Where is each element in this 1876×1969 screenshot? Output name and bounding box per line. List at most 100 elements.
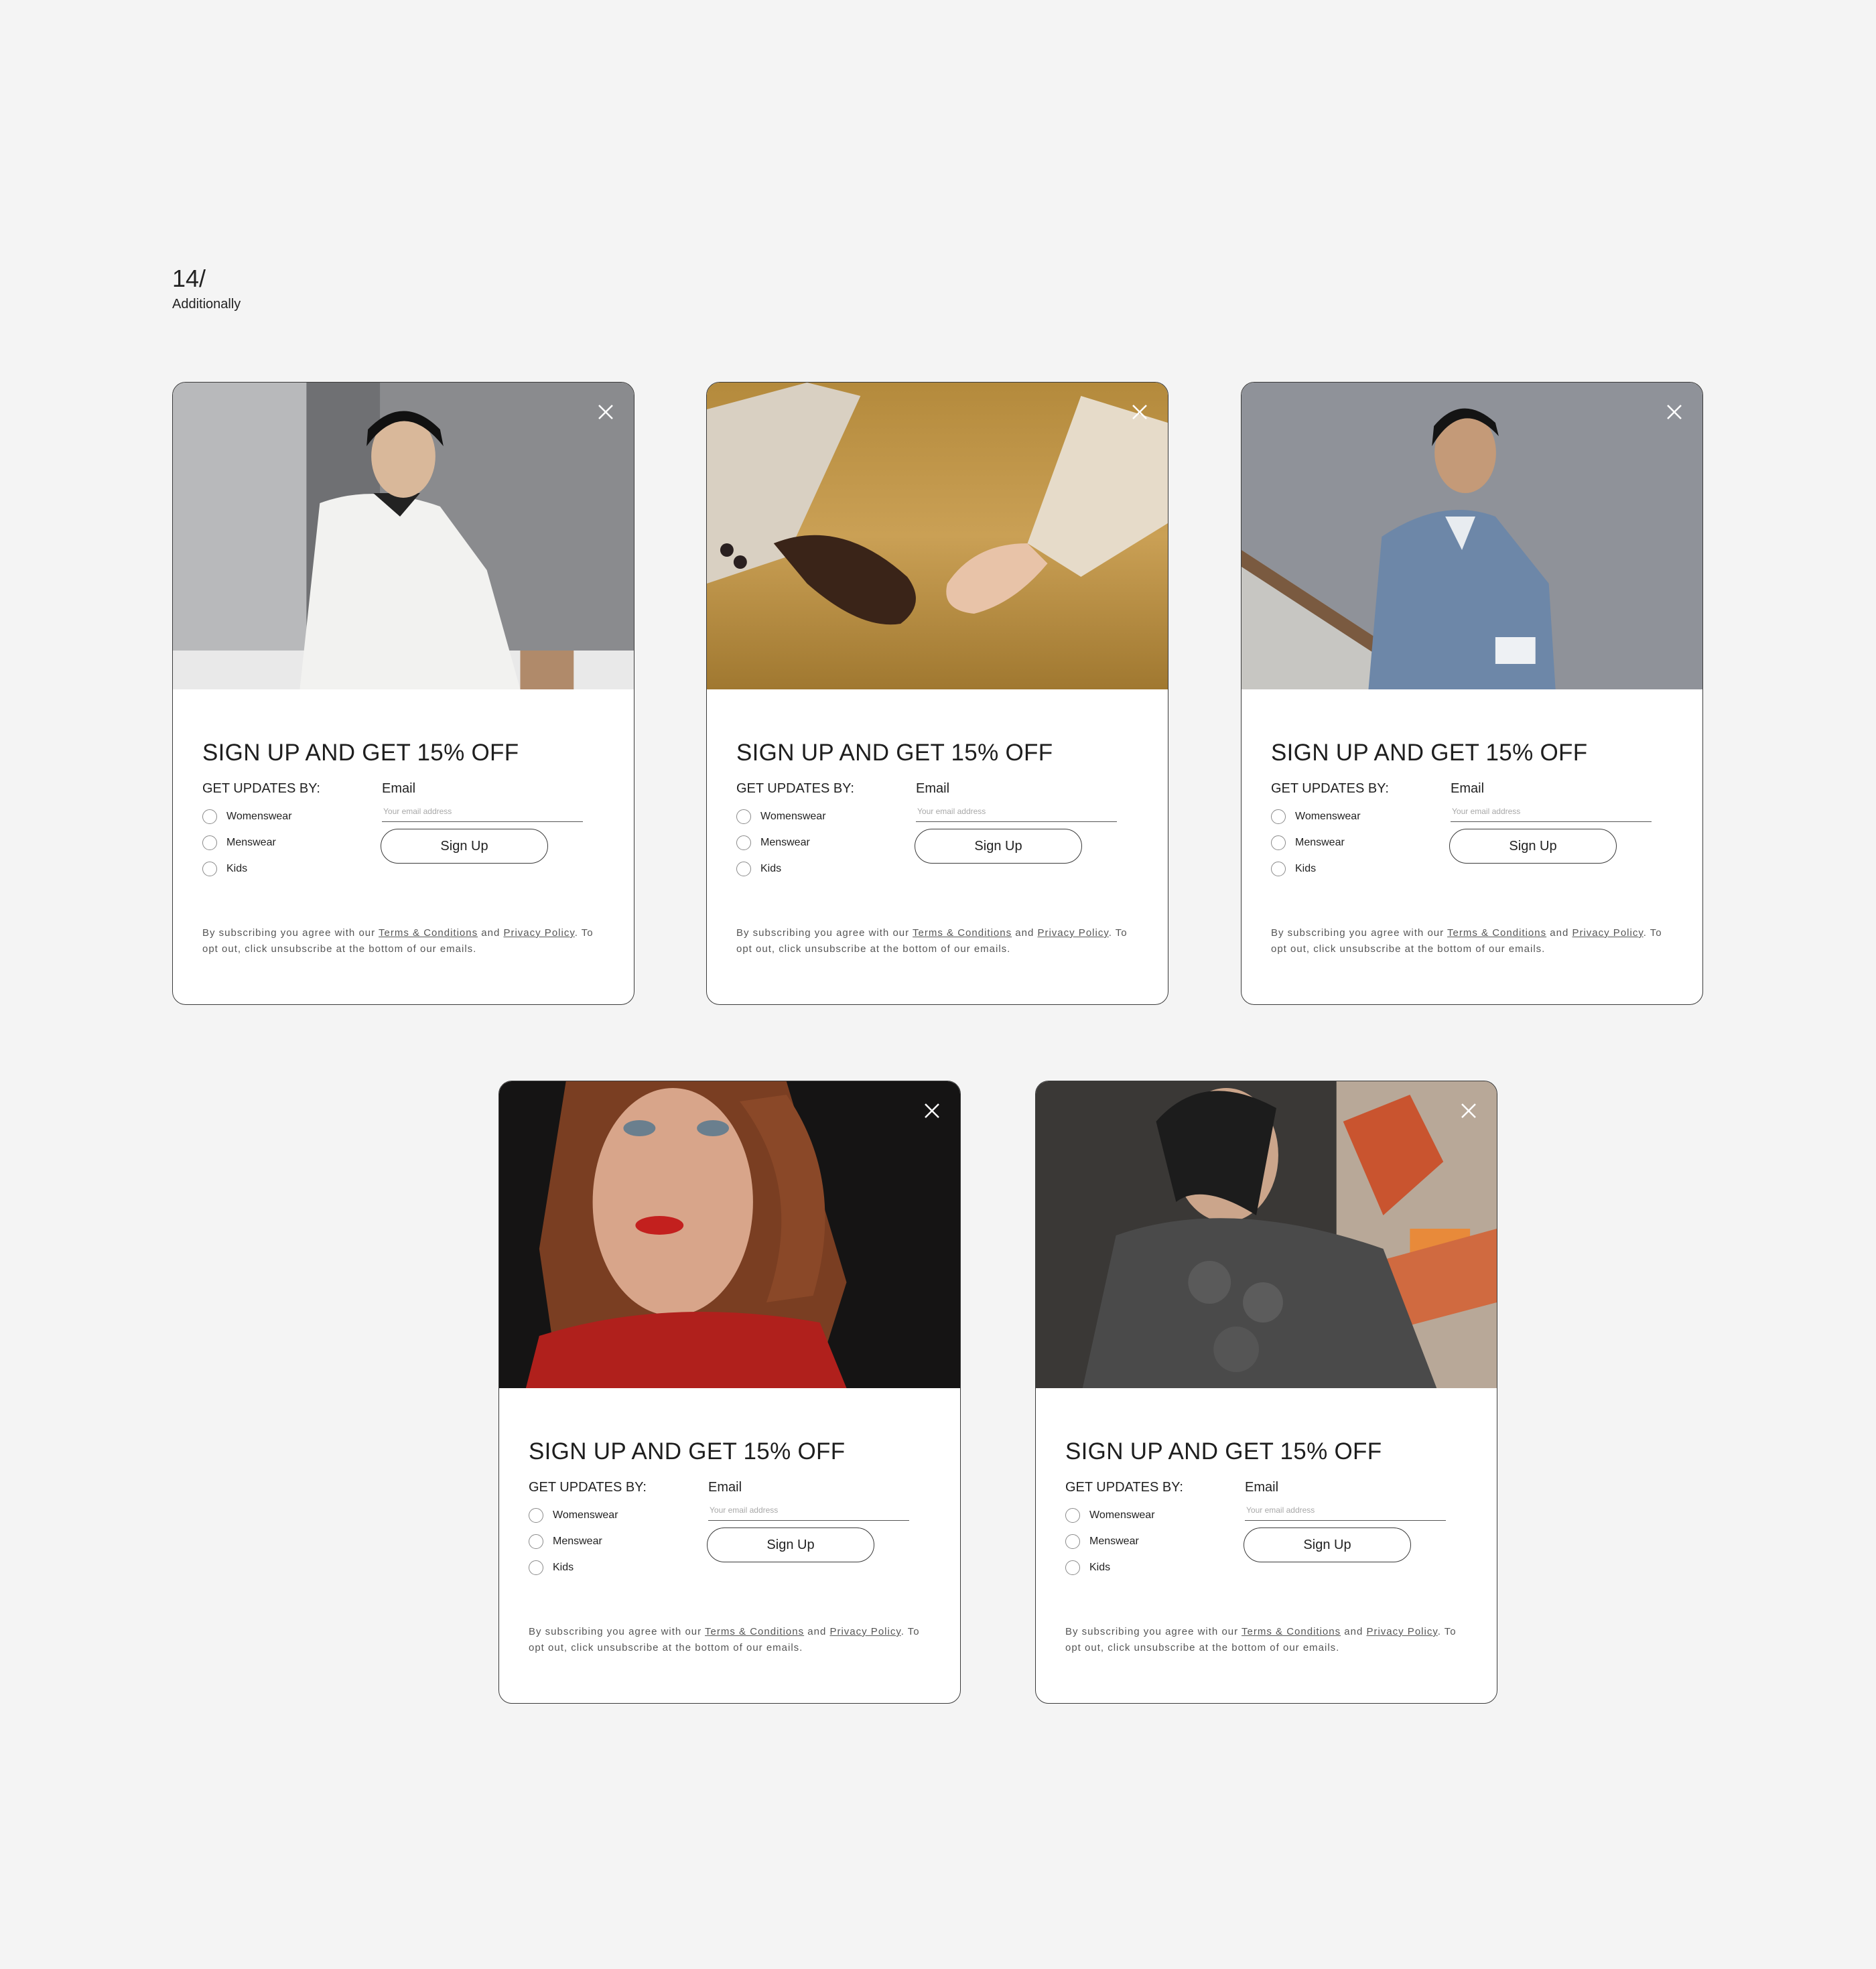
category-options: Womenswear Menswear Kids: [1271, 803, 1361, 882]
radio-button[interactable]: [529, 1534, 543, 1549]
updates-label: GET UPDATES BY:: [1065, 1480, 1183, 1495]
updates-label: GET UPDATES BY:: [736, 781, 854, 796]
radio-button[interactable]: [1065, 1534, 1080, 1549]
popup-title: SIGN UP AND GET 15% OFF: [1065, 1438, 1382, 1465]
legal-text: By subscribing you agree with our Terms …: [1271, 925, 1673, 957]
option-label: Menswear: [760, 836, 810, 848]
terms-link[interactable]: Terms & Conditions: [705, 1626, 804, 1637]
email-input[interactable]: [916, 802, 1117, 822]
option-kids[interactable]: Kids: [736, 856, 826, 882]
privacy-link[interactable]: Privacy Policy: [503, 927, 574, 939]
legal-and: and: [1550, 927, 1569, 939]
legal-text: By subscribing you agree with our Terms …: [529, 1624, 931, 1656]
option-label: Womenswear: [760, 810, 826, 822]
terms-link[interactable]: Terms & Conditions: [379, 927, 478, 939]
radio-button[interactable]: [529, 1507, 543, 1523]
radio-button[interactable]: [1271, 861, 1286, 876]
radio-button[interactable]: [202, 835, 217, 850]
option-kids[interactable]: Kids: [202, 856, 292, 882]
terms-link[interactable]: Terms & Conditions: [913, 927, 1012, 939]
option-label: Menswear: [1295, 836, 1345, 848]
radio-button[interactable]: [1065, 1507, 1080, 1523]
close-button[interactable]: [1126, 399, 1153, 425]
close-icon: [598, 405, 613, 419]
sign-up-button[interactable]: Sign Up: [381, 829, 548, 864]
hands-wheat-field-photo: [707, 383, 1168, 689]
woman-graffiti-photo: [1036, 1081, 1497, 1388]
option-womenswear[interactable]: Womenswear: [529, 1502, 618, 1528]
privacy-link[interactable]: Privacy Policy: [1572, 927, 1643, 939]
legal-prefix: By subscribing you agree with our: [736, 927, 910, 939]
option-label: Menswear: [226, 836, 276, 848]
woman-red-lips-photo: [499, 1081, 960, 1388]
category-options: Womenswear Menswear Kids: [1065, 1502, 1155, 1580]
radio-button[interactable]: [736, 809, 751, 824]
privacy-link[interactable]: Privacy Policy: [829, 1626, 900, 1637]
option-label: Womenswear: [1295, 810, 1361, 822]
sign-up-button[interactable]: Sign Up: [1449, 829, 1617, 864]
popup-title: SIGN UP AND GET 15% OFF: [1271, 740, 1588, 766]
sign-up-button[interactable]: Sign Up: [707, 1527, 874, 1562]
privacy-link[interactable]: Privacy Policy: [1366, 1626, 1437, 1637]
option-womenswear[interactable]: Womenswear: [202, 803, 292, 829]
radio-button[interactable]: [736, 835, 751, 850]
option-kids[interactable]: Kids: [529, 1554, 618, 1580]
email-input[interactable]: [382, 802, 583, 822]
radio-button[interactable]: [529, 1560, 543, 1575]
option-kids[interactable]: Kids: [1065, 1554, 1155, 1580]
email-input[interactable]: [708, 1501, 909, 1521]
email-input[interactable]: [1451, 802, 1652, 822]
category-options: Womenswear Menswear Kids: [202, 803, 292, 882]
radio-button[interactable]: [736, 861, 751, 876]
close-button[interactable]: [1455, 1097, 1482, 1124]
option-label: Womenswear: [1089, 1509, 1155, 1521]
legal-text: By subscribing you agree with our Terms …: [202, 925, 604, 957]
option-menswear[interactable]: Menswear: [736, 829, 826, 856]
close-button[interactable]: [1661, 399, 1688, 425]
signup-popup: SIGN UP AND GET 15% OFF GET UPDATES BY: …: [498, 1081, 961, 1704]
option-womenswear[interactable]: Womenswear: [1065, 1502, 1155, 1528]
sign-up-button[interactable]: Sign Up: [1244, 1527, 1411, 1562]
close-button[interactable]: [592, 399, 619, 425]
option-womenswear[interactable]: Womenswear: [1271, 803, 1361, 829]
email-input[interactable]: [1245, 1501, 1446, 1521]
legal-prefix: By subscribing you agree with our: [1271, 927, 1445, 939]
radio-button[interactable]: [202, 809, 217, 824]
legal-text: By subscribing you agree with our Terms …: [736, 925, 1138, 957]
close-icon: [1461, 1103, 1476, 1118]
option-womenswear[interactable]: Womenswear: [736, 803, 826, 829]
signup-popup: SIGN UP AND GET 15% OFF GET UPDATES BY: …: [706, 382, 1168, 1005]
option-label: Kids: [760, 862, 782, 874]
legal-prefix: By subscribing you agree with our: [202, 927, 376, 939]
section-number: 14/: [172, 265, 206, 292]
category-options: Womenswear Menswear Kids: [736, 803, 826, 882]
terms-link[interactable]: Terms & Conditions: [1242, 1626, 1341, 1637]
signup-popup: SIGN UP AND GET 15% OFF GET UPDATES BY: …: [1035, 1081, 1497, 1704]
popup-title: SIGN UP AND GET 15% OFF: [529, 1438, 846, 1465]
terms-link[interactable]: Terms & Conditions: [1447, 927, 1546, 939]
radio-button[interactable]: [1271, 835, 1286, 850]
signup-popup: SIGN UP AND GET 15% OFF GET UPDATES BY: …: [1241, 382, 1703, 1005]
legal-text: By subscribing you agree with our Terms …: [1065, 1624, 1467, 1656]
sign-up-button[interactable]: Sign Up: [915, 829, 1082, 864]
option-label: Womenswear: [553, 1509, 618, 1521]
man-white-coat-photo: [173, 383, 634, 689]
close-icon: [1132, 405, 1147, 419]
radio-button[interactable]: [202, 861, 217, 876]
privacy-link[interactable]: Privacy Policy: [1037, 927, 1108, 939]
man-blue-jacket-photo: [1242, 383, 1702, 689]
popup-title: SIGN UP AND GET 15% OFF: [736, 740, 1053, 766]
close-button[interactable]: [919, 1097, 945, 1124]
email-label: Email: [708, 1480, 742, 1495]
signup-popup: SIGN UP AND GET 15% OFF GET UPDATES BY: …: [172, 382, 634, 1005]
email-label: Email: [382, 781, 416, 796]
option-menswear[interactable]: Menswear: [1065, 1528, 1155, 1554]
radio-button[interactable]: [1271, 809, 1286, 824]
close-icon: [925, 1103, 939, 1118]
option-menswear[interactable]: Menswear: [202, 829, 292, 856]
option-menswear[interactable]: Menswear: [1271, 829, 1361, 856]
option-kids[interactable]: Kids: [1271, 856, 1361, 882]
radio-button[interactable]: [1065, 1560, 1080, 1575]
option-menswear[interactable]: Menswear: [529, 1528, 618, 1554]
legal-prefix: By subscribing you agree with our: [529, 1626, 702, 1637]
